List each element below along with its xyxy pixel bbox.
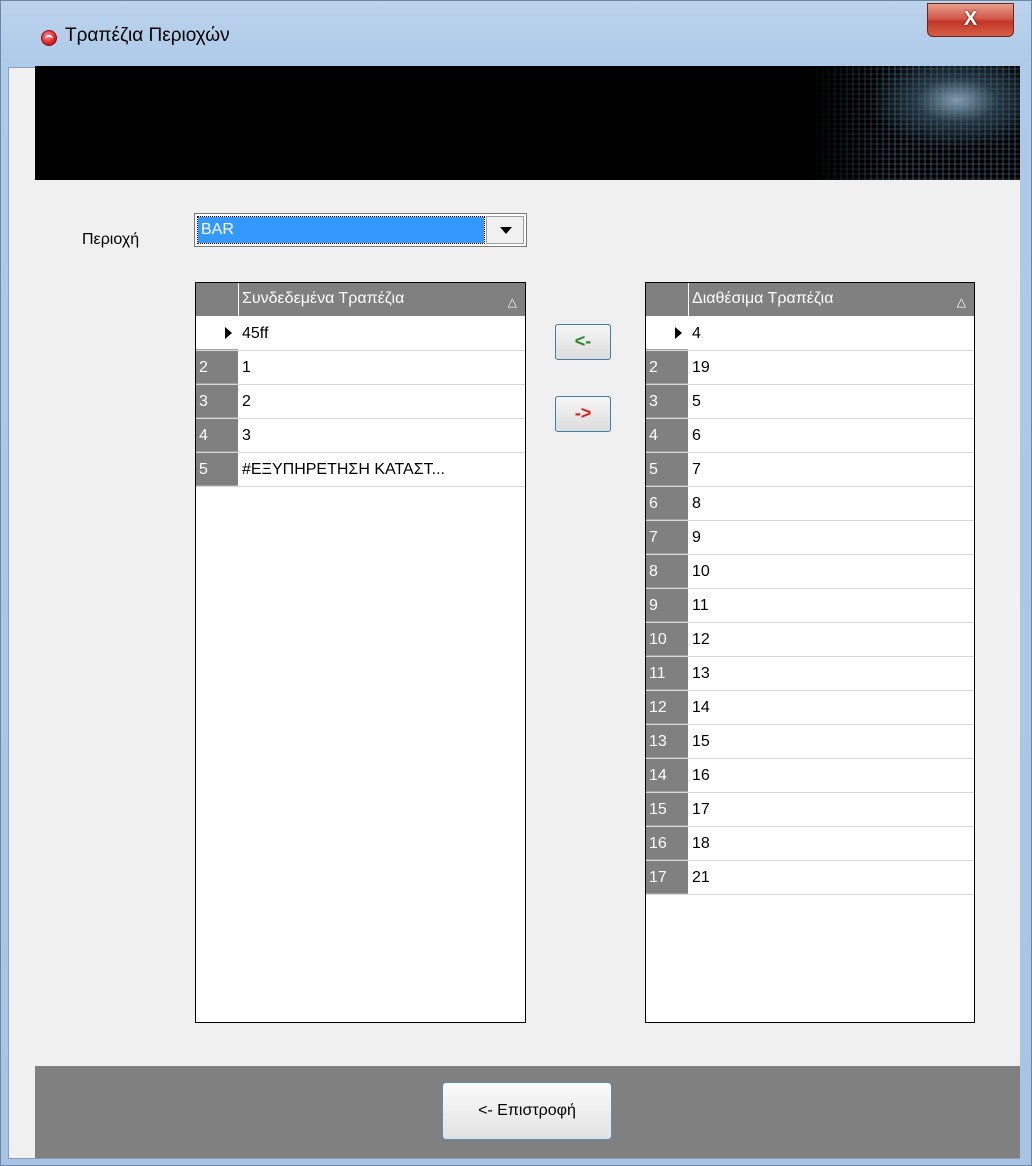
table-cell[interactable]: 13 [692,657,970,690]
return-button[interactable]: <- Επιστροφή [442,1082,612,1140]
table-cell[interactable]: 16 [692,759,970,792]
area-label: Περιοχή [82,231,140,248]
row-number[interactable]: 14 [646,759,688,792]
row-number[interactable]: 4 [196,419,238,452]
window-title: Τραπέζια Περιοχών [65,25,230,46]
header-banner [35,66,1020,180]
row-number[interactable]: 7 [646,521,688,554]
close-button[interactable]: X [927,3,1014,37]
row-number[interactable]: 17 [646,861,688,894]
table-row[interactable]: 21 [196,351,525,385]
table-row[interactable]: 68 [646,487,974,521]
row-number[interactable]: 16 [646,827,688,860]
table-cell[interactable]: 3 [242,419,521,452]
table-cell[interactable]: 10 [692,555,970,588]
table-row[interactable]: 46 [646,419,974,453]
move-left-button[interactable]: <- [555,324,611,360]
table-cell[interactable]: 17 [692,793,970,826]
table-cell[interactable]: 2 [242,385,521,418]
grid-corner [646,283,689,316]
row-number[interactable]: 15 [646,793,688,826]
row-number[interactable]: 9 [646,589,688,622]
table-row[interactable]: 16 18 [646,827,974,861]
table-cell[interactable]: 1 [242,351,521,384]
row-number[interactable]: 2 [646,351,688,384]
row-number[interactable]: 3 [646,385,688,418]
table-row[interactable]: 35 [646,385,974,419]
banner-logo-image [810,66,1020,180]
table-cell[interactable]: 19 [692,351,970,384]
row-number[interactable]: 10 [646,623,688,656]
area-dropdown-value: BAR [197,216,485,244]
column-header-linked-tables[interactable]: Συνδεδεμένα Τραπέζια [242,290,404,308]
table-cell[interactable]: 8 [692,487,970,520]
table-row[interactable]: 12 14 [646,691,974,725]
table-row[interactable]: 9 11 [646,589,974,623]
table-cell[interactable]: 9 [692,521,970,554]
table-cell[interactable]: 4 [692,317,970,350]
linked-tables-grid[interactable]: Συνδεδεμένα Τραπέζια △ 45ff 2 1 3 2 4 3 5 #ΕΞΥΠΗ… [195,282,526,1023]
row-number[interactable]: 6 [646,487,688,520]
table-row[interactable]: 14 16 [646,759,974,793]
table-row[interactable]: 13 15 [646,725,974,759]
row-number[interactable]: 2 [196,351,238,384]
title-bar[interactable]: Τραπέζια Περιοχών X [1,1,1031,67]
table-row[interactable]: 32 [196,385,525,419]
table-cell[interactable]: #ΕΞΥΠΗΡΕΤΗΣΗ ΚΑΤΑΣΤ... [242,453,521,486]
table-cell[interactable]: 14 [692,691,970,724]
table-row[interactable]: 79 [646,521,974,555]
table-row[interactable]: 5 #ΕΞΥΠΗΡΕΤΗΣΗ ΚΑΤΑΣΤ... [196,453,525,487]
table-cell[interactable]: 15 [692,725,970,758]
column-header-available-tables[interactable]: Διαθέσιμα Τραπέζια [692,290,833,308]
chevron-down-icon[interactable] [486,216,524,244]
table-cell[interactable]: 18 [692,827,970,860]
app-icon [41,30,57,46]
table-cell[interactable]: 12 [692,623,970,656]
row-number[interactable]: 4 [646,419,688,452]
available-tables-grid[interactable]: Διαθέσιμα Τραπέζια △ 4 2 19 3 5 4 6 5 7 6 8 7 9 8 10 9 1… [645,282,975,1023]
table-cell[interactable]: 45ff [242,317,521,350]
table-row[interactable]: 17 21 [646,861,974,895]
table-row[interactable]: 10 12 [646,623,974,657]
table-row[interactable]: 8 10 [646,555,974,589]
grid-header: Διαθέσιμα Τραπέζια △ [646,283,974,317]
table-row[interactable]: 45ff [196,317,525,351]
row-number[interactable]: 11 [646,657,688,690]
table-row[interactable]: 2 19 [646,351,974,385]
sort-icon: △ [956,295,966,309]
area-dropdown[interactable]: BAR [194,213,527,247]
table-cell[interactable]: 5 [692,385,970,418]
grid-header: Συνδεδεμένα Τραπέζια △ [196,283,525,317]
table-cell[interactable]: 7 [692,453,970,486]
row-number[interactable]: 13 [646,725,688,758]
table-row[interactable]: 57 [646,453,974,487]
table-cell[interactable]: 21 [692,861,970,894]
table-row[interactable]: 15 17 [646,793,974,827]
table-row[interactable]: 11 13 [646,657,974,691]
row-number[interactable]: 5 [196,453,238,486]
grid-corner [196,283,239,316]
row-number[interactable]: 12 [646,691,688,724]
row-number[interactable]: 8 [646,555,688,588]
table-row[interactable]: 4 [646,317,974,351]
sort-icon: △ [507,295,517,309]
row-number[interactable] [646,317,688,350]
row-number[interactable]: 5 [646,453,688,486]
table-cell[interactable]: 11 [692,589,970,622]
table-row[interactable]: 43 [196,419,525,453]
row-number[interactable] [196,317,238,350]
row-number[interactable]: 3 [196,385,238,418]
move-right-button[interactable]: -> [555,396,611,432]
table-cell[interactable]: 6 [692,419,970,452]
